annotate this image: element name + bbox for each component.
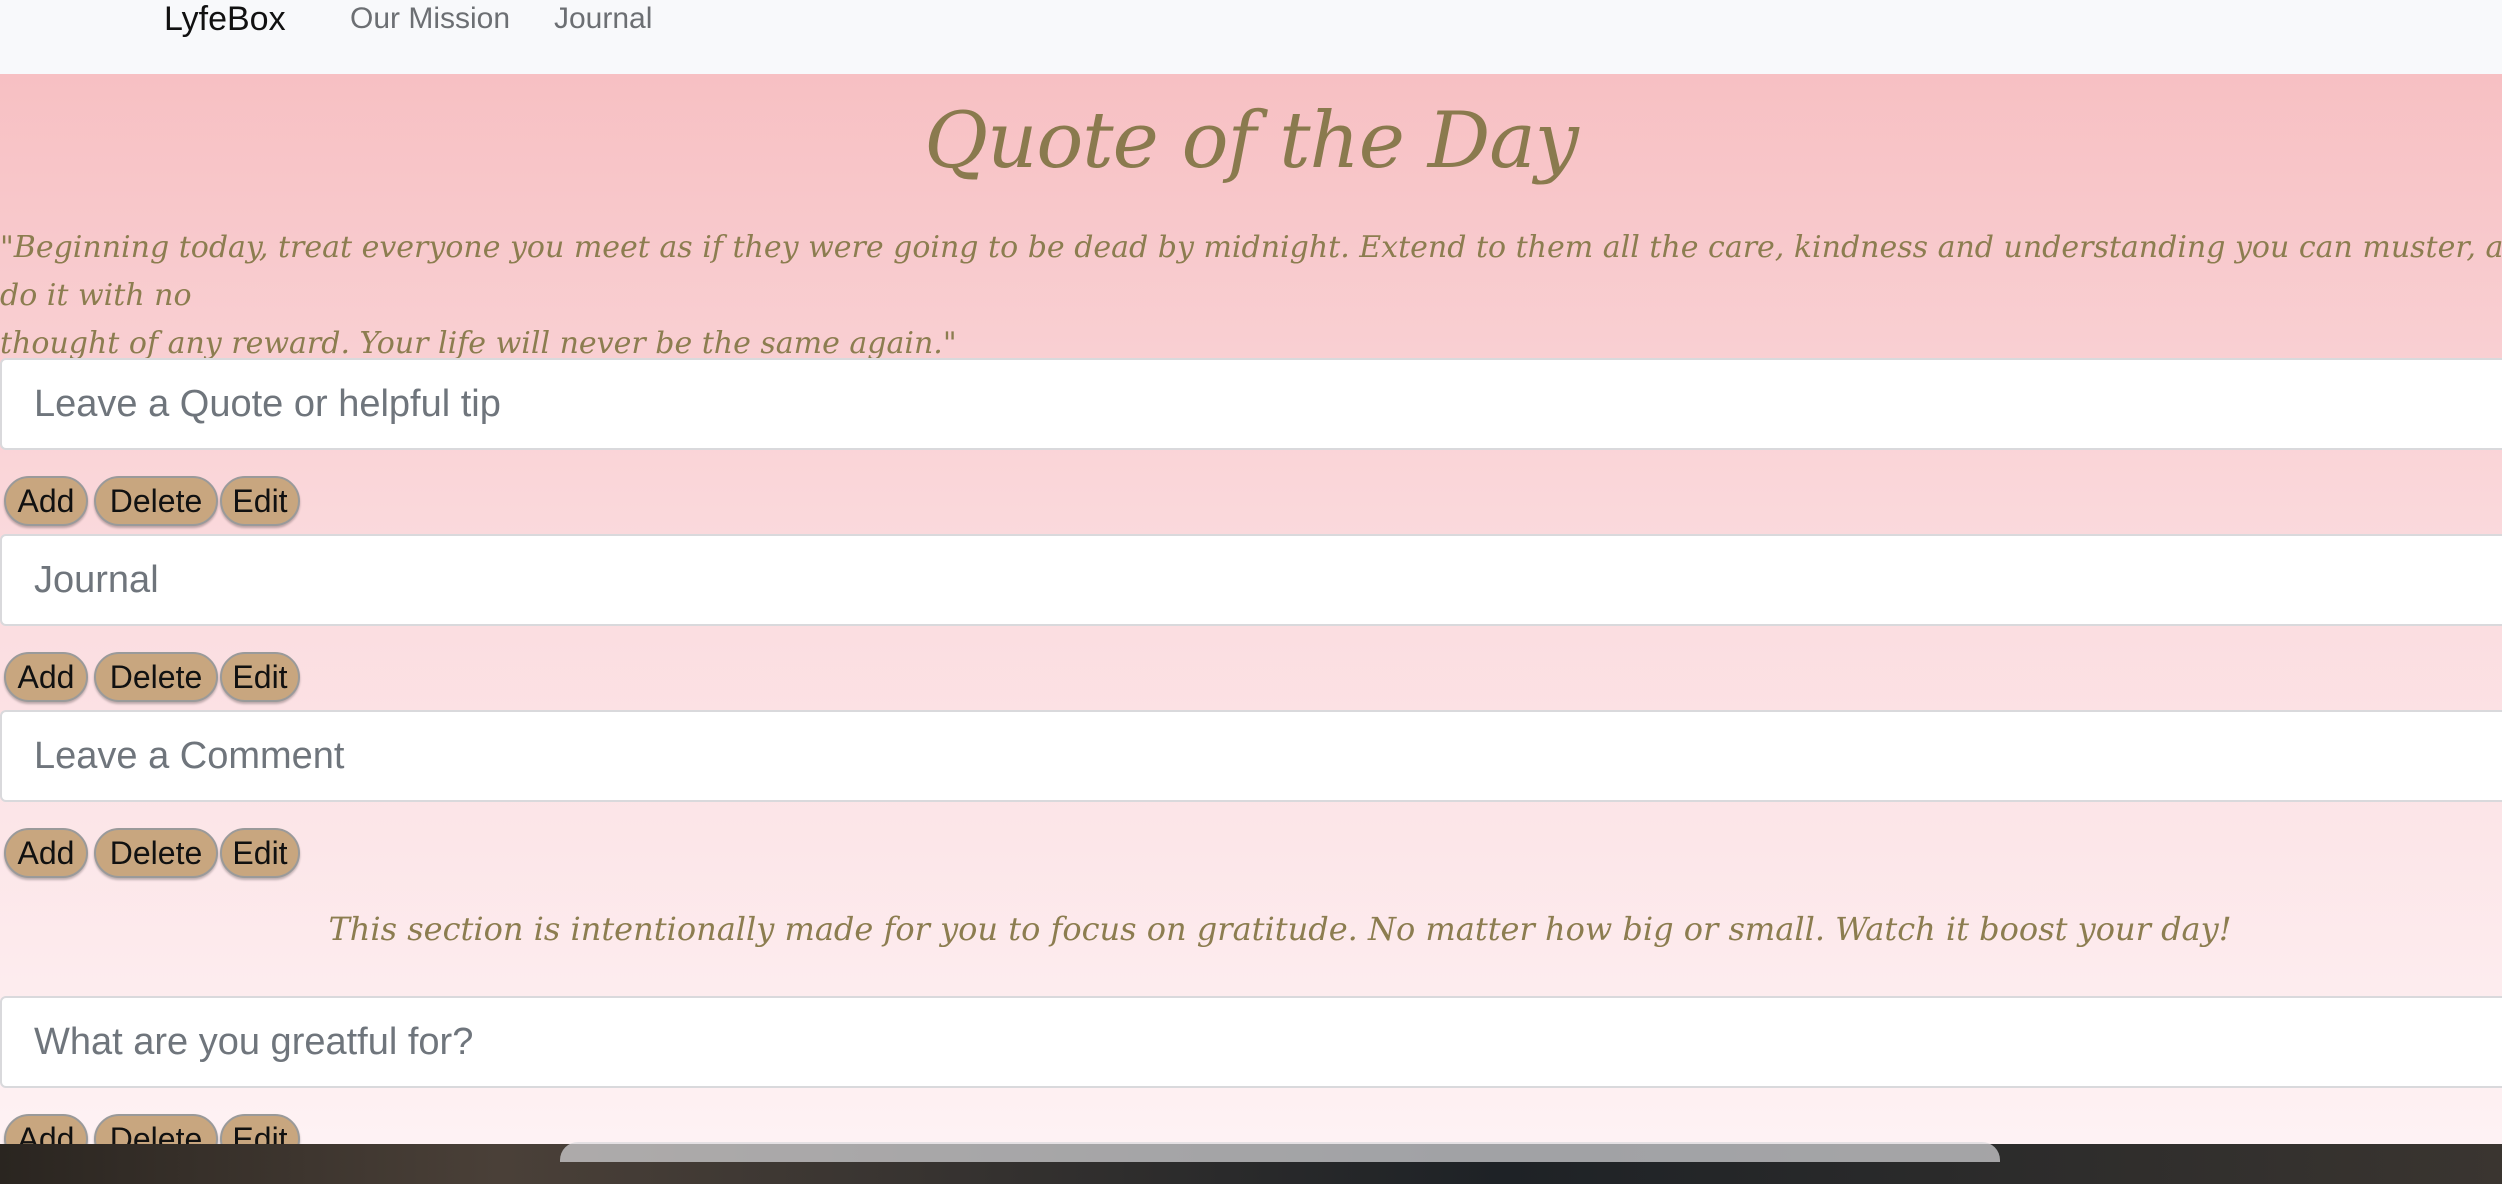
gratitude-intro-text: This section is intentionally made for y… [328, 910, 2232, 948]
quote-line-1: "Beginning today, treat everyone you mee… [0, 230, 2502, 313]
journal-field [0, 534, 2502, 626]
quote-text: "Beginning today, treat everyone you mee… [0, 224, 2502, 368]
delete-quote-button[interactable]: Delete [94, 476, 218, 526]
quote-line-2: thought of any reward. Your life will ne… [0, 326, 957, 361]
top-navbar: LyfeBox Our Mission Journal [0, 0, 2502, 75]
add-quote-button[interactable]: Add [4, 476, 88, 526]
page-title: Quote of the Day [924, 96, 1579, 186]
journal-input[interactable] [2, 536, 2502, 624]
edit-quote-button[interactable]: Edit [220, 476, 300, 526]
nav-link-journal[interactable]: Journal [554, 2, 652, 36]
nav-link-our-mission[interactable]: Our Mission [350, 2, 510, 36]
edit-journal-button[interactable]: Edit [220, 652, 300, 702]
delete-journal-button[interactable]: Delete [94, 652, 218, 702]
edit-comment-button[interactable]: Edit [220, 828, 300, 878]
add-comment-button[interactable]: Add [4, 828, 88, 878]
comment-field [0, 710, 2502, 802]
add-journal-button[interactable]: Add [4, 652, 88, 702]
quote-tip-field [0, 358, 2502, 450]
quote-tip-input[interactable] [2, 360, 2502, 448]
gratitude-input[interactable] [2, 998, 2502, 1086]
dock-shelf [560, 1142, 2000, 1162]
main-content: Quote of the Day "Beginning today, treat… [0, 74, 2502, 1164]
comment-input[interactable] [2, 712, 2502, 800]
gratitude-field [0, 996, 2502, 1088]
brand-link[interactable]: LyfeBox [164, 0, 286, 38]
delete-comment-button[interactable]: Delete [94, 828, 218, 878]
